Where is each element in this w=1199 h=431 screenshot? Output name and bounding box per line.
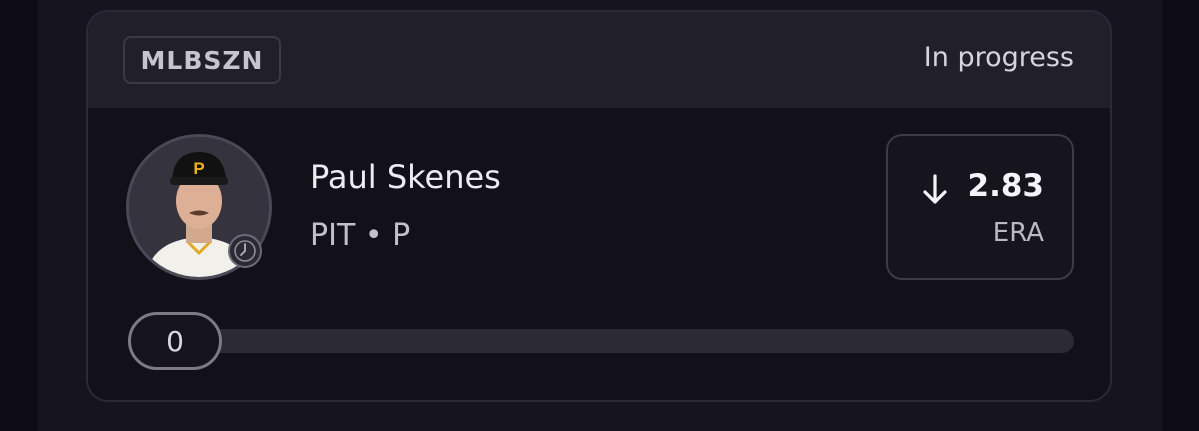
- stat-label: ERA: [992, 218, 1044, 248]
- clock-icon: [228, 234, 262, 268]
- player-name: Paul Skenes: [310, 158, 501, 196]
- contest-card[interactable]: MLBSZN In progress P Paul Skenes PIT • P…: [86, 10, 1112, 402]
- player-team: PIT: [310, 218, 356, 253]
- player-meta: PIT • P: [310, 218, 410, 253]
- card-header: MLBSZN In progress: [88, 12, 1110, 108]
- stat-value: 2.83: [967, 168, 1045, 204]
- arrow-down-icon: [923, 174, 947, 204]
- meta-separator: •: [364, 218, 383, 253]
- progress-track: [128, 329, 1074, 353]
- stat-projection-button[interactable]: 2.83 ERA: [886, 134, 1074, 280]
- player-position: P: [392, 218, 411, 253]
- progress-value-badge: 0: [128, 312, 222, 370]
- league-tag: MLBSZN: [123, 36, 281, 84]
- status-label: In progress: [923, 42, 1074, 73]
- svg-text:P: P: [193, 159, 204, 178]
- screen: MLBSZN In progress P Paul Skenes PIT • P…: [0, 0, 1199, 431]
